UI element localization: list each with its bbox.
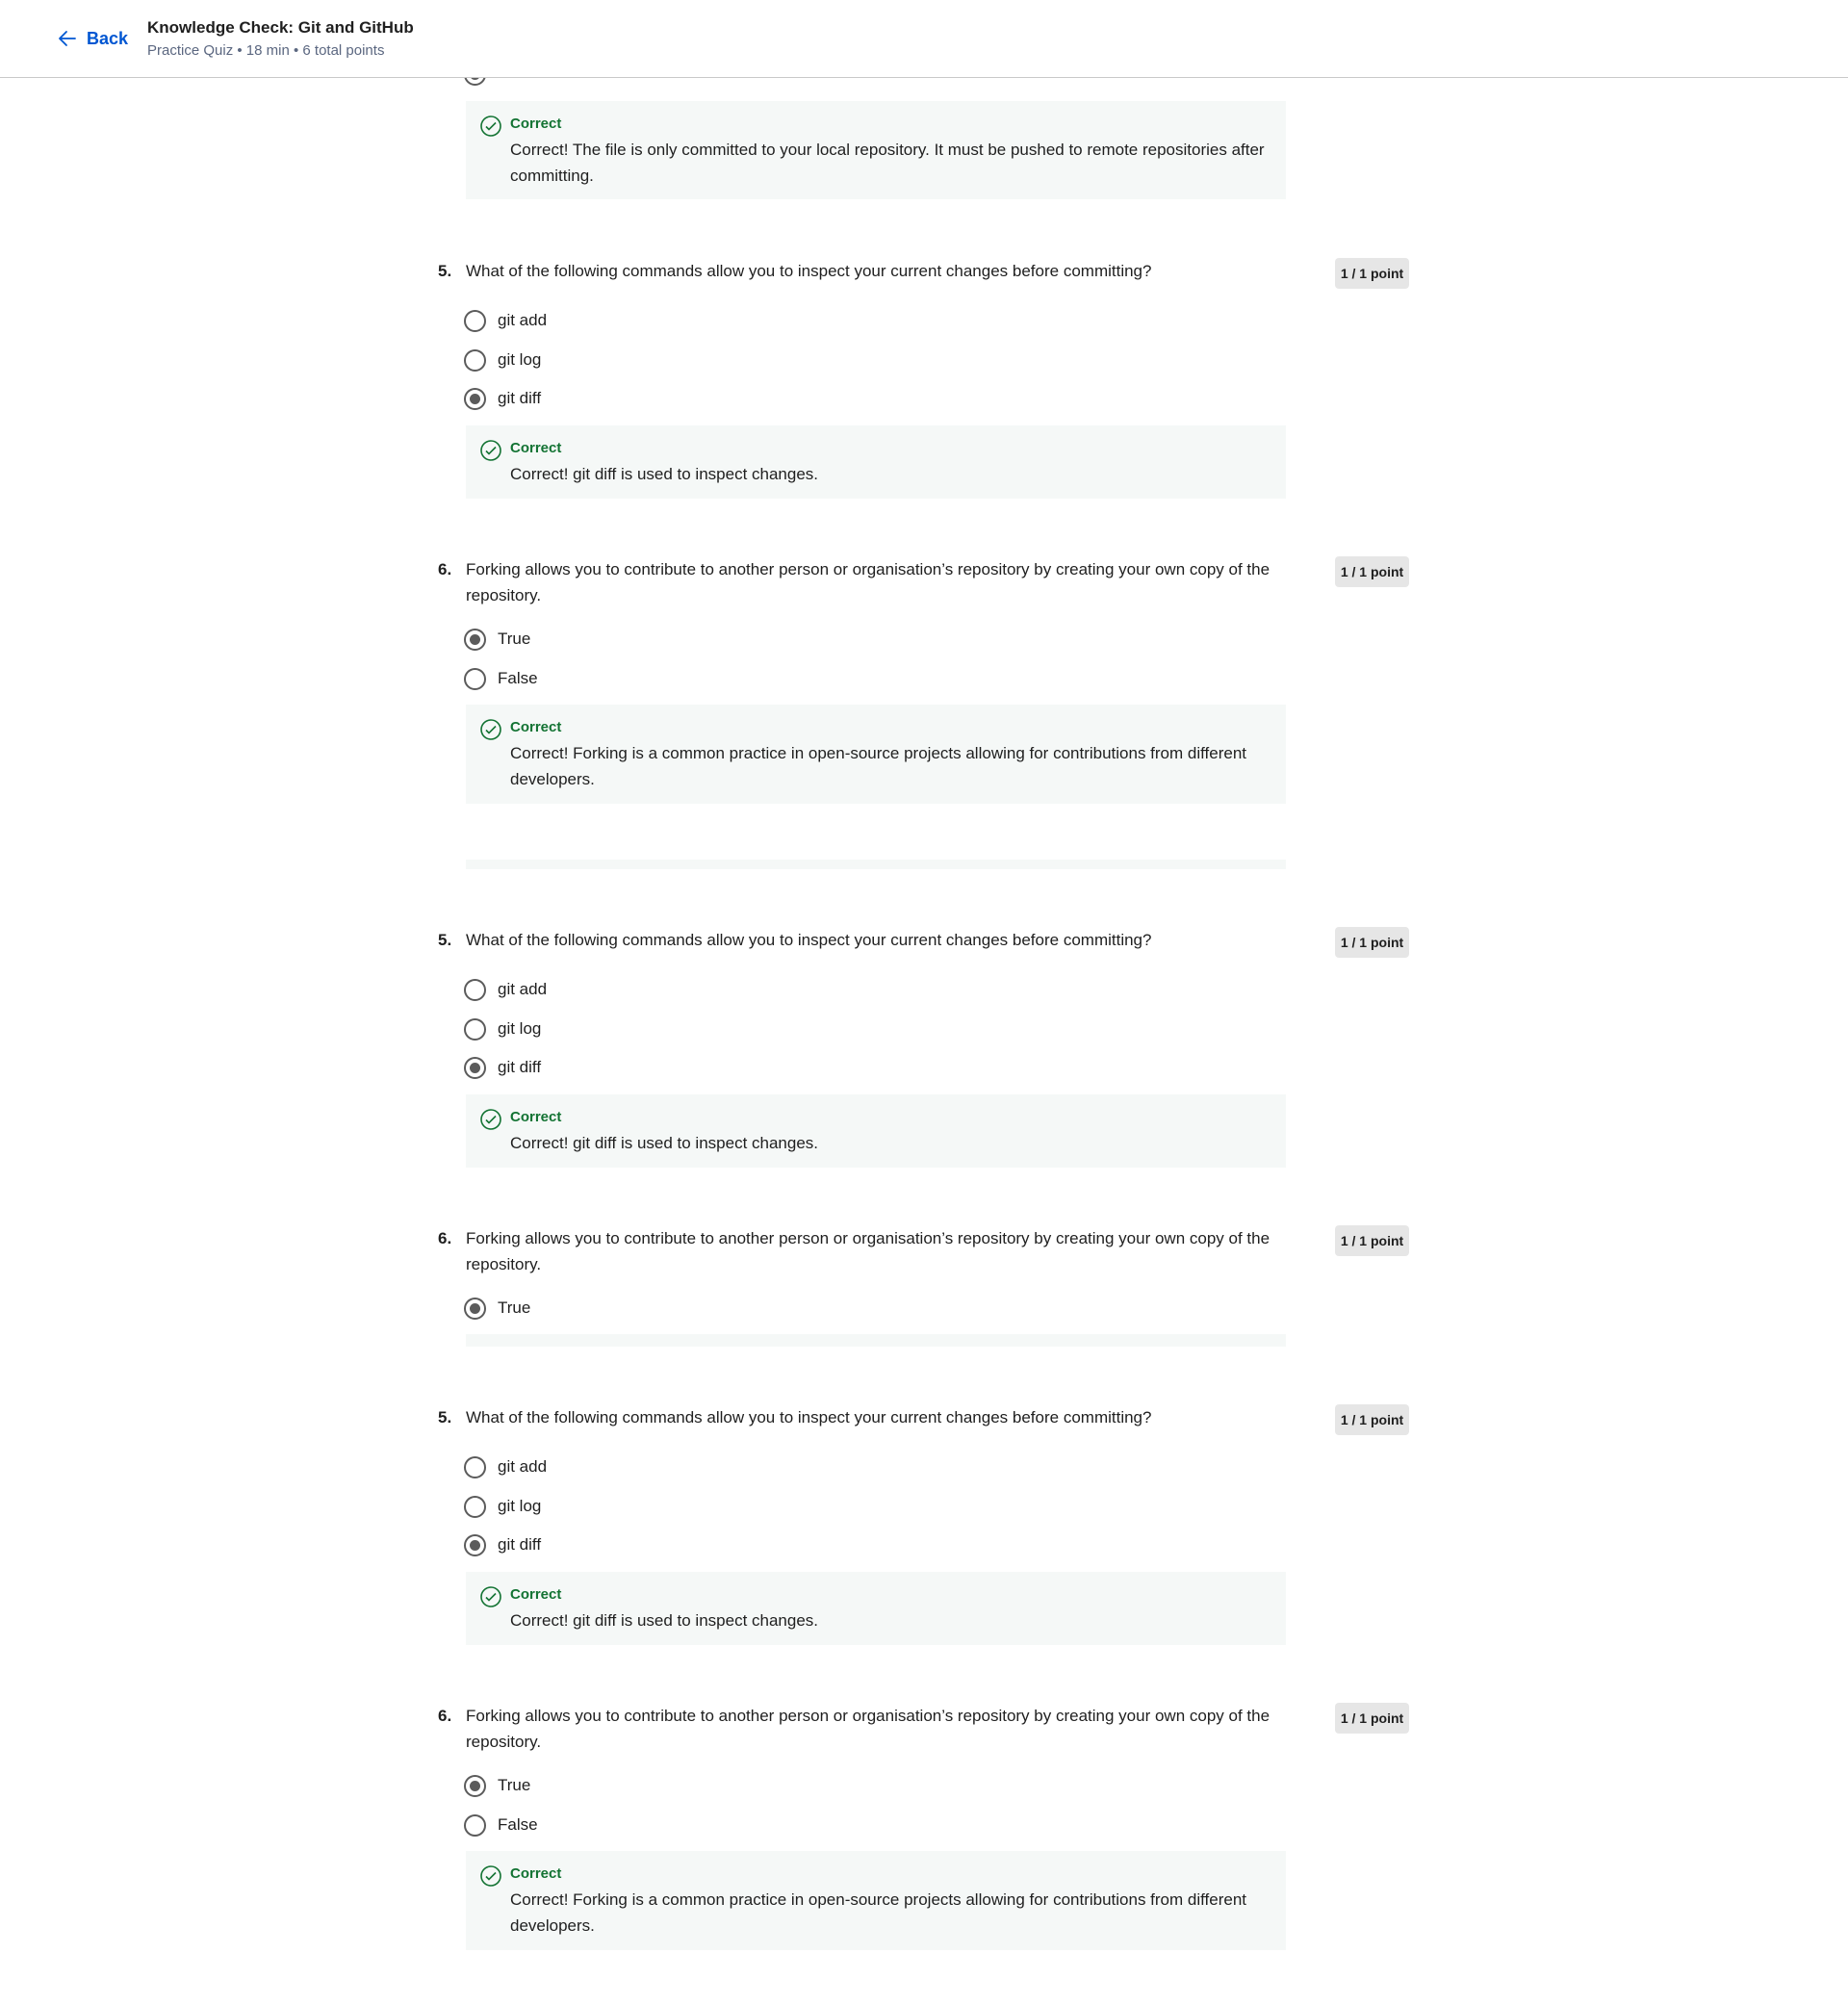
feedback-label: Correct (510, 1865, 562, 1882)
question-text: Forking allows you to contribute to anot… (466, 560, 1270, 604)
option-label: git diff (498, 1058, 542, 1076)
question-text: What of the following commands allow you… (466, 1408, 1152, 1427)
q5c-option-git-diff[interactable]: git diff (464, 1532, 541, 1557)
divider-strip (466, 860, 1286, 869)
q6c-option-false[interactable]: False (464, 1812, 538, 1838)
points-badge: 1 / 1 point (1335, 1225, 1409, 1256)
radio-button[interactable] (464, 1056, 486, 1079)
question-number: 6. (438, 1707, 452, 1725)
option-label: git log (498, 1019, 542, 1038)
q5c-option-git-log[interactable]: git log (464, 1494, 541, 1519)
option-label: git diff (498, 1535, 542, 1554)
option-label: False (498, 669, 538, 687)
radio-button[interactable] (464, 348, 486, 372)
points-badge: 1 / 1 point (1335, 258, 1409, 289)
quiz-content: False Correct Correct! The file is only … (0, 0, 1848, 2005)
option-label: git diff (498, 389, 542, 407)
option-label: True (498, 630, 531, 648)
option-label: git add (498, 980, 548, 998)
q6a-option-false[interactable]: False (464, 666, 538, 691)
radio-button[interactable] (464, 1813, 486, 1837)
feedback-text: Correct! Forking is a common practice in… (510, 744, 1247, 788)
divider-strip (466, 1334, 1286, 1347)
question-text: Forking allows you to contribute to anot… (466, 1229, 1270, 1273)
check-circle-icon (480, 1865, 501, 1887)
radio-button[interactable] (464, 309, 486, 332)
feedback-label: Correct (510, 1586, 562, 1603)
check-circle-icon (480, 1109, 501, 1130)
question-number: 5. (438, 1408, 452, 1427)
feedback-text: Correct! The file is only committed to y… (510, 141, 1265, 185)
feedback-text: Correct! git diff is used to inspect cha… (510, 465, 819, 483)
option-label: git log (498, 1497, 542, 1515)
question-number: 5. (438, 262, 452, 280)
q6c-feedback: Correct Correct! Forking is a common pra… (466, 1851, 1286, 1950)
radio-button[interactable] (464, 1774, 486, 1797)
q5a-feedback: Correct Correct! git diff is used to ins… (466, 425, 1286, 499)
question-number: 6. (438, 560, 452, 578)
q5b-feedback: Correct Correct! git diff is used to ins… (466, 1094, 1286, 1168)
q5b-option-git-add[interactable]: git add (464, 977, 547, 1002)
option-label: git add (498, 1457, 548, 1476)
feedback-text: Correct! Forking is a common practice in… (510, 1890, 1247, 1935)
option-label: True (498, 1298, 531, 1317)
q5a-option-git-add[interactable]: git add (464, 308, 547, 333)
radio-button[interactable] (464, 387, 486, 410)
option-label: git log (498, 350, 542, 369)
q6c-option-true[interactable]: True (464, 1773, 530, 1798)
question-text: What of the following commands allow you… (466, 931, 1152, 949)
check-circle-icon (480, 440, 501, 461)
points-badge: 1 / 1 point (1335, 1404, 1409, 1435)
quiz-header: Back Knowledge Check: Git and GitHub Pra… (0, 0, 1848, 78)
radio-button[interactable] (464, 1495, 486, 1518)
back-button[interactable]: Back (56, 27, 128, 50)
q6a-option-true[interactable]: True (464, 627, 530, 652)
feedback-label: Correct (510, 116, 562, 132)
radio-button[interactable] (464, 667, 486, 690)
feedback-text: Correct! git diff is used to inspect cha… (510, 1611, 819, 1630)
radio-button[interactable] (464, 1455, 486, 1478)
q5c-feedback: Correct Correct! git diff is used to ins… (466, 1572, 1286, 1645)
q5c-option-git-add[interactable]: git add (464, 1454, 547, 1479)
page-title: Knowledge Check: Git and GitHub (147, 18, 414, 37)
points-badge: 1 / 1 point (1335, 927, 1409, 958)
feedback-text: Correct! git diff is used to inspect cha… (510, 1134, 819, 1152)
q6a-feedback: Correct Correct! Forking is a common pra… (466, 705, 1286, 804)
q5a-option-git-diff[interactable]: git diff (464, 386, 541, 411)
option-label: False (498, 1815, 538, 1834)
radio-button[interactable] (464, 628, 486, 651)
q6b-option-true[interactable]: True (464, 1296, 530, 1321)
question-text: Forking allows you to contribute to anot… (466, 1707, 1270, 1751)
q5b-option-git-log[interactable]: git log (464, 1016, 541, 1041)
radio-button[interactable] (464, 1297, 486, 1320)
q4-feedback: Correct Correct! The file is only commit… (466, 101, 1286, 199)
radio-button[interactable] (464, 978, 486, 1001)
option-label: True (498, 1776, 531, 1794)
option-label: git add (498, 311, 548, 329)
question-number: 6. (438, 1229, 452, 1247)
feedback-label: Correct (510, 1109, 562, 1125)
check-circle-icon (480, 719, 501, 740)
q5a-option-git-log[interactable]: git log (464, 347, 541, 373)
q5b-option-git-diff[interactable]: git diff (464, 1055, 541, 1080)
check-circle-icon (480, 116, 501, 137)
arrow-left-icon (59, 31, 76, 46)
check-circle-icon (480, 1586, 501, 1607)
points-badge: 1 / 1 point (1335, 1703, 1409, 1734)
question-number: 5. (438, 931, 452, 949)
quiz-meta: Practice Quiz • 18 min • 6 total points (147, 42, 385, 59)
question-text: What of the following commands allow you… (466, 262, 1152, 280)
radio-button[interactable] (464, 1533, 486, 1556)
feedback-label: Correct (510, 440, 562, 456)
back-label: Back (87, 28, 129, 48)
points-badge: 1 / 1 point (1335, 556, 1409, 587)
radio-button[interactable] (464, 1017, 486, 1041)
feedback-label: Correct (510, 719, 562, 735)
